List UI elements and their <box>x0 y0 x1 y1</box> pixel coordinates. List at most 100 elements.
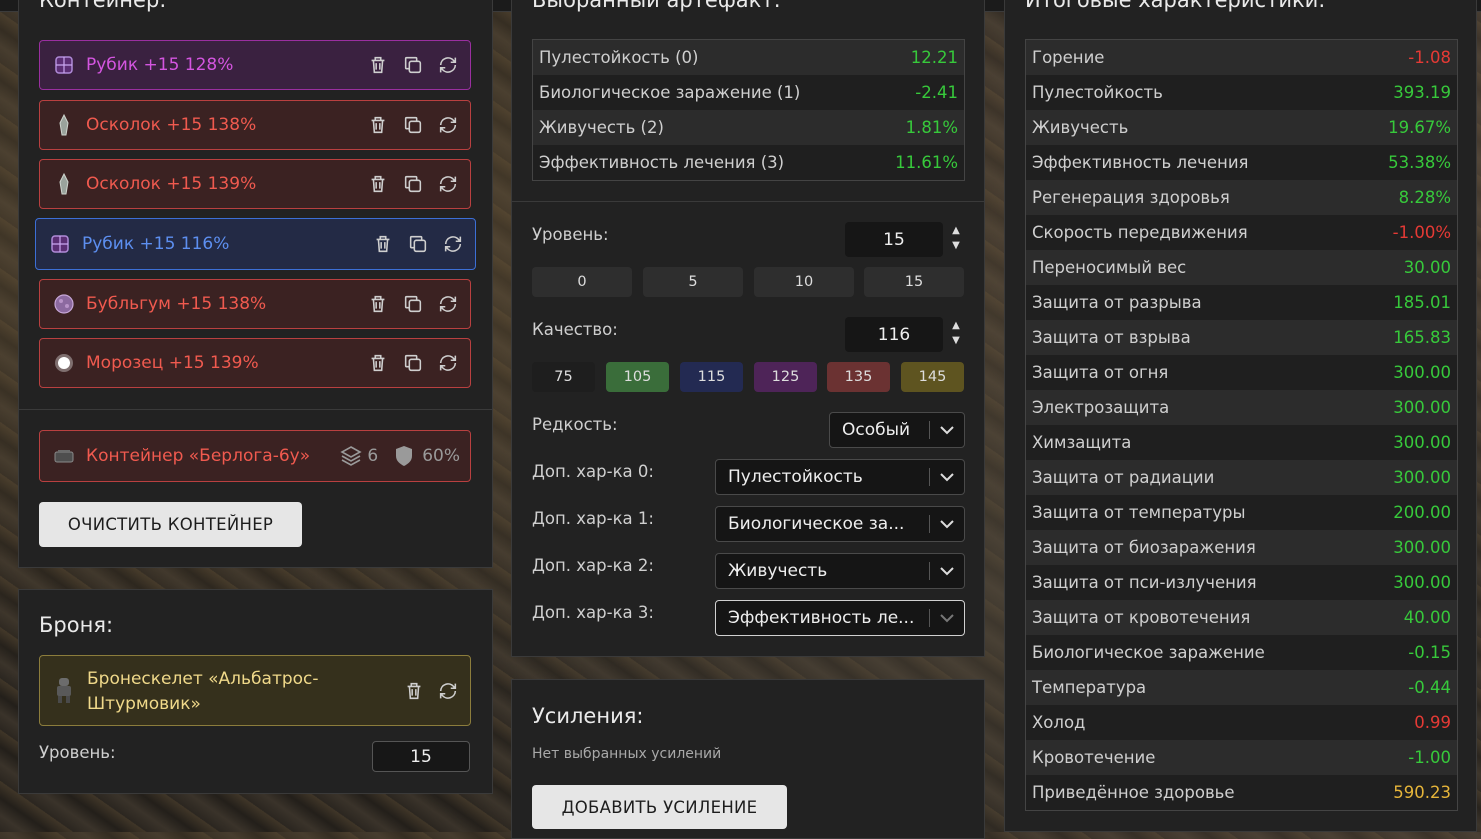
stat-row: Защита от кровотечения 40.00 <box>1026 600 1457 635</box>
stat-row: Скорость передвижения -1.00% <box>1026 215 1457 250</box>
bubblegum-artifact-icon <box>54 294 74 314</box>
copy-icon[interactable] <box>400 113 425 138</box>
container-card[interactable]: Контейнер «Берлога-6у» 6 60% <box>39 430 471 482</box>
stat-row: Химзащита 300.00 <box>1026 425 1457 460</box>
stat-row: Температура -0.44 <box>1026 670 1457 705</box>
level-input[interactable]: 15 <box>845 222 943 257</box>
artifact-stats-table: Пулестойкость (0) 12.21 Биологическое зар… <box>532 39 965 181</box>
level-stepper[interactable]: ▲ ▼ <box>950 223 962 253</box>
refresh-icon[interactable] <box>435 292 460 317</box>
refresh-icon[interactable] <box>435 351 460 376</box>
stat-name: Кровотечение <box>1032 748 1156 767</box>
shard-artifact-icon <box>59 113 69 136</box>
chevron-down-icon <box>930 566 964 576</box>
stat-row: Биологическое заражение -0.15 <box>1026 635 1457 670</box>
stat-name: Эффективность лечения (3) <box>539 153 785 172</box>
armor-title: Броня: <box>39 613 114 637</box>
stat-row: Защита от температуры 200.00 <box>1026 495 1457 530</box>
extra-select[interactable]: Биологическое за... <box>715 506 965 542</box>
level-preset-button[interactable]: 0 <box>532 267 632 297</box>
stat-row: Защита от пси-излучения 300.00 <box>1026 565 1457 600</box>
rubik-artifact-icon <box>55 56 73 74</box>
delete-icon[interactable] <box>365 172 390 197</box>
delete-icon[interactable] <box>370 232 395 257</box>
stat-row: Защита от огня 300.00 <box>1026 355 1457 390</box>
copy-icon[interactable] <box>400 172 425 197</box>
stat-name: Защита от кровотечения <box>1032 608 1251 627</box>
delete-icon[interactable] <box>365 53 390 78</box>
stat-value: 393.19 <box>1393 83 1451 102</box>
copy-icon[interactable] <box>400 292 425 317</box>
refresh-icon[interactable] <box>435 172 460 197</box>
quality-preset-button[interactable]: 125 <box>754 362 817 392</box>
refresh-icon[interactable] <box>435 678 460 703</box>
delete-icon[interactable] <box>401 678 426 703</box>
copy-icon[interactable] <box>405 232 430 257</box>
rarity-value: Особый <box>842 420 911 440</box>
stat-value: 30.00 <box>1403 258 1451 277</box>
stat-row: Горение -1.08 <box>1026 40 1457 75</box>
container-slots: 6 <box>367 446 379 466</box>
stat-value: -0.15 <box>1408 643 1451 662</box>
item-label: Морозец +15 139% <box>86 353 259 373</box>
delete-icon[interactable] <box>365 292 390 317</box>
stat-name: Пулестойкость <box>1032 83 1163 102</box>
copy-icon[interactable] <box>400 53 425 78</box>
stat-value: 1.81% <box>905 118 958 137</box>
stat-value: -1.00% <box>1392 223 1451 242</box>
stat-row: Живучесть (2) 1.81% <box>533 110 964 145</box>
quality-preset-button[interactable]: 75 <box>532 362 595 392</box>
delete-icon[interactable] <box>365 351 390 376</box>
totals-panel: Итоговые характеристики: Горение -1.08 Пул… <box>1004 0 1477 832</box>
container-item[interactable]: Осколок +15 139% <box>39 159 471 209</box>
stat-row: Защита от разрыва 185.01 <box>1026 285 1457 320</box>
totals-stats-table: Горение -1.08 Пулестойкость 393.19 Живучесть… <box>1025 39 1458 811</box>
quality-preset-button[interactable]: 145 <box>901 362 964 392</box>
stat-row: Защита от радиации 300.00 <box>1026 460 1457 495</box>
extra-select[interactable]: Живучесть <box>715 553 965 589</box>
armor-card[interactable]: Бронескелет «Альбатрос- Штурмовик» <box>39 655 471 726</box>
stat-value: 300.00 <box>1393 573 1451 592</box>
container-name: Контейнер «Берлога-6у» <box>86 446 311 466</box>
armor-level-label: Уровень: <box>39 743 116 762</box>
clear-container-button[interactable]: ОЧИСТИТЬ КОНТЕЙНЕР <box>39 502 302 547</box>
container-item[interactable]: Осколок +15 138% <box>39 100 471 150</box>
container-item[interactable]: Рубик +15 128% <box>39 40 471 90</box>
stat-name: Защита от пси-излучения <box>1032 573 1257 592</box>
level-preset-button[interactable]: 15 <box>864 267 964 297</box>
copy-icon[interactable] <box>400 351 425 376</box>
stat-row: Пулестойкость (0) 12.21 <box>533 40 964 75</box>
quality-label: Качество: <box>532 320 618 339</box>
delete-icon[interactable] <box>365 113 390 138</box>
armor-level-input[interactable]: 15 <box>372 741 470 772</box>
chevron-down-icon <box>930 519 964 529</box>
quality-preset-button[interactable]: 135 <box>827 362 890 392</box>
stat-row: Холод 0.99 <box>1026 705 1457 740</box>
armor-panel: Броня: Бронескелет «Альбатрос- Штурмовик… <box>18 589 493 794</box>
quality-stepper[interactable]: ▲ ▼ <box>950 318 962 348</box>
add-boost-button[interactable]: ДОБАВИТЬ УСИЛЕНИЕ <box>532 785 787 829</box>
stat-row: Защита от биозаражения 300.00 <box>1026 530 1457 565</box>
refresh-icon[interactable] <box>435 113 460 138</box>
quality-input[interactable]: 116 <box>845 317 943 352</box>
level-preset-button[interactable]: 5 <box>643 267 743 297</box>
extra-select[interactable]: Пулестойкость <box>715 459 965 495</box>
stat-value: 590.23 <box>1393 783 1451 802</box>
quality-preset-button[interactable]: 115 <box>680 362 743 392</box>
extra-select[interactable]: Эффективность ле... <box>715 600 965 636</box>
stat-name: Защита от взрыва <box>1032 328 1191 347</box>
level-preset-button[interactable]: 10 <box>754 267 854 297</box>
refresh-icon[interactable] <box>435 53 460 78</box>
container-item-selected[interactable]: Рубик +15 116% <box>35 218 476 270</box>
rarity-select[interactable]: Особый <box>829 412 965 448</box>
item-label: Осколок +15 139% <box>86 174 257 194</box>
armor-name-line2: Штурмовик» <box>87 694 201 714</box>
rubik-artifact-icon <box>51 235 69 253</box>
stat-value: 300.00 <box>1393 538 1451 557</box>
container-item[interactable]: Бубльгум +15 138% <box>39 279 471 329</box>
container-item[interactable]: Морозец +15 139% <box>39 338 471 388</box>
quality-preset-button[interactable]: 105 <box>606 362 669 392</box>
refresh-icon[interactable] <box>440 232 465 257</box>
extra-label: Доп. хар-ка 1: <box>532 509 654 528</box>
stat-value: 19.67% <box>1388 118 1451 137</box>
